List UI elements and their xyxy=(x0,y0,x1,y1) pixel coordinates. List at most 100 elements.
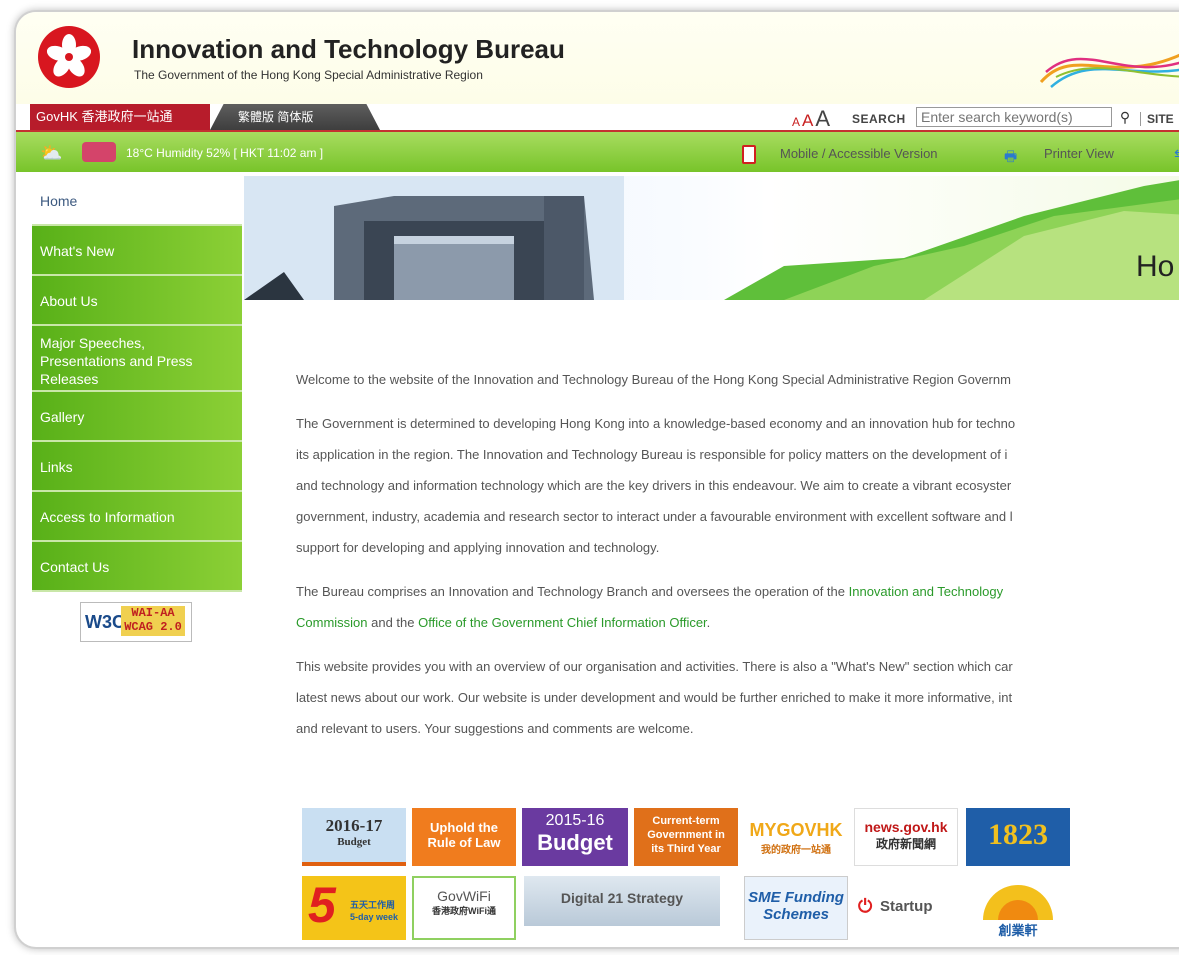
itc-link[interactable]: Innovation and Technology xyxy=(849,584,1003,599)
hotline-1823-banner[interactable]: 1823 xyxy=(966,808,1070,866)
mygovhk-logo: MYGOVHK xyxy=(749,820,843,840)
printer-icon: 🖶 xyxy=(1004,148,1018,164)
overview-line-3: and relevant to users. Your suggestions … xyxy=(296,721,694,736)
overview-paragraph: This website provides you with an overvi… xyxy=(296,651,1179,744)
printer-view-link[interactable]: Printer View xyxy=(1044,146,1114,161)
hero-banner xyxy=(244,176,1179,300)
search-icon[interactable]: ⚲ xyxy=(1114,107,1136,127)
sme-funding-line-2: Schemes xyxy=(763,906,829,923)
five-day-week-banner[interactable]: 5 五天工作周 5-day week xyxy=(302,876,406,940)
hksar-emblem-icon[interactable] xyxy=(38,26,100,88)
current-term-line-2: Government in xyxy=(647,829,725,841)
budget-2015-year: 2015-16 xyxy=(545,812,605,829)
sunburst-icon xyxy=(983,885,1053,920)
five-day-english: 5-day week xyxy=(350,912,399,922)
overview-line-2: latest news about our work. Our website … xyxy=(296,690,1013,705)
intro-paragraph: Welcome to the website of the Innovation… xyxy=(296,372,1011,387)
mobile-icon xyxy=(742,145,756,164)
budget-2015-banner[interactable]: 2015-16 Budget xyxy=(522,808,628,866)
news-gov-logo: news.gov.hk xyxy=(864,819,948,835)
mobile-version-link[interactable]: Mobile / Accessible Version xyxy=(780,146,938,161)
rule-of-law-line-1: Uphold the xyxy=(430,820,498,835)
mission-line-5: support for developing and applying inno… xyxy=(296,540,660,555)
sidebar-item-access-to-information[interactable]: Access to Information xyxy=(32,492,242,542)
site-title[interactable]: Innovation and Technology Bureau xyxy=(132,34,565,65)
weather-text: 18°C Humidity 52% [ HKT 11:02 am ] xyxy=(126,146,324,160)
govwifi-chinese: 香港政府WiFi通 xyxy=(432,906,496,916)
itc-link-commission[interactable]: Commission xyxy=(296,615,368,630)
news-gov-banner[interactable]: news.gov.hk 政府新聞網 xyxy=(854,808,958,866)
sidebar-nav: Home What's New About Us Major Speeches,… xyxy=(32,176,242,592)
site-subtitle: The Government of the Hong Kong Special … xyxy=(134,68,483,82)
sidebar-item-links[interactable]: Links xyxy=(32,442,242,492)
green-hill-graphic xyxy=(724,180,1179,300)
govwifi-banner[interactable]: GovWiFi 香港政府WiFi通 xyxy=(412,876,516,940)
bureau-paragraph: The Bureau comprises an Innovation and T… xyxy=(296,576,1179,638)
govhk-link[interactable]: GovHK 香港政府一站通 xyxy=(30,104,210,130)
weather-sunny-icon: ⛅ xyxy=(40,143,63,163)
main-content: Welcome to the website of the Innovation… xyxy=(296,364,1179,757)
font-large-button[interactable]: A xyxy=(815,106,830,131)
govwifi-logo: GovWiFi xyxy=(437,888,491,904)
bureau-line-1: The Bureau comprises an Innovation and T… xyxy=(296,584,849,599)
overview-line-1: This website provides you with an overvi… xyxy=(296,659,1013,674)
mygovhk-banner[interactable]: MYGOVHK 我的政府一站通 xyxy=(744,808,848,866)
digital-21-label: Digital 21 Strategy xyxy=(560,890,684,906)
startup-power-icon: ⏻ xyxy=(858,896,873,916)
w3c-logo: W3C xyxy=(85,612,125,632)
rule-of-law-line-2: Rule of Law xyxy=(427,835,501,850)
startup-banner[interactable]: ⏻ Startup xyxy=(854,876,958,940)
chuang-banner[interactable]: 創業軒 xyxy=(966,876,1070,940)
mission-paragraph: The Government is determined to developi… xyxy=(296,408,1179,563)
bureau-line-2-end: . xyxy=(706,615,711,630)
news-gov-chinese: 政府新聞網 xyxy=(875,837,936,851)
sme-funding-banner[interactable]: SME Funding Schemes xyxy=(744,876,848,940)
sidebar-item-speeches[interactable]: Major Speeches, Presentations and Press … xyxy=(32,326,242,392)
current-term-banner[interactable]: Current-term Government in its Third Yea… xyxy=(634,808,738,866)
sidebar-item-home[interactable]: Home xyxy=(32,176,242,226)
wcag-version-label: WCAG 2.0 xyxy=(124,620,182,634)
search-label: SEARCH xyxy=(852,112,906,126)
five-day-number: 5 xyxy=(308,877,336,933)
share-icon[interactable]: ⇆ xyxy=(1174,145,1179,163)
sidebar-item-whats-new[interactable]: What's New xyxy=(32,226,242,276)
sidebar-item-contact-us[interactable]: Contact Us xyxy=(32,542,242,592)
rule-of-law-banner[interactable]: Uphold the Rule of Law xyxy=(412,808,516,866)
font-small-button[interactable]: A xyxy=(792,115,800,129)
ogcio-link[interactable]: Office of the Government Chief Informati… xyxy=(418,615,707,630)
sme-funding-line-1: SME Funding xyxy=(748,889,844,906)
current-term-line-1: Current-term xyxy=(652,815,720,827)
five-day-chinese: 五天工作周 xyxy=(350,900,396,910)
sidebar-item-gallery[interactable]: Gallery xyxy=(32,392,242,442)
sidebar-item-about-us[interactable]: About Us xyxy=(32,276,242,326)
brand-ribbon-icon xyxy=(1039,53,1179,88)
wcag-badge[interactable]: W3C WAI-AA WCAG 2.0 xyxy=(80,602,192,642)
browser-frame: Innovation and Technology Bureau The Gov… xyxy=(14,10,1179,949)
budget-2016-label: Budget xyxy=(337,836,371,848)
chuang-label: 創業軒 xyxy=(998,923,1038,938)
mission-line-1: The Government is determined to developi… xyxy=(296,416,1016,431)
mission-line-4: government, industry, academia and resea… xyxy=(296,509,1013,524)
site-header: Innovation and Technology Bureau The Gov… xyxy=(16,12,1179,104)
wcag-level-label: WAI-AA WCAG 2.0 xyxy=(121,606,185,636)
budget-2016-year: 2016-17 xyxy=(325,816,383,835)
banner-heading: Ho xyxy=(1136,250,1175,283)
mygovhk-chinese: 我的政府一站通 xyxy=(761,845,831,856)
mission-line-3: and technology and information technolog… xyxy=(296,478,1012,493)
wai-label: WAI-AA xyxy=(131,606,175,620)
bureau-line-2-mid: and the xyxy=(367,615,419,630)
government-building-image xyxy=(244,176,624,300)
budget-2015-label: Budget xyxy=(537,830,613,855)
font-size-controls: A AA xyxy=(792,106,832,132)
hotline-1823-number: 1823 xyxy=(988,818,1048,851)
current-term-line-3: its Third Year xyxy=(651,843,721,855)
font-medium-button[interactable]: A xyxy=(802,111,813,130)
language-switch[interactable]: 繁體版 简体版 xyxy=(210,104,380,130)
site-map-link[interactable]: SITE xyxy=(1140,112,1174,126)
startup-label: Startup xyxy=(880,898,933,915)
weather-warning-icon xyxy=(82,142,116,162)
digital-21-banner[interactable]: Digital 21 Strategy xyxy=(524,876,720,926)
mission-line-2: its application in the region. The Innov… xyxy=(296,447,1008,462)
budget-2016-banner[interactable]: 2016-17 Budget xyxy=(302,808,406,866)
search-input[interactable] xyxy=(916,107,1112,127)
